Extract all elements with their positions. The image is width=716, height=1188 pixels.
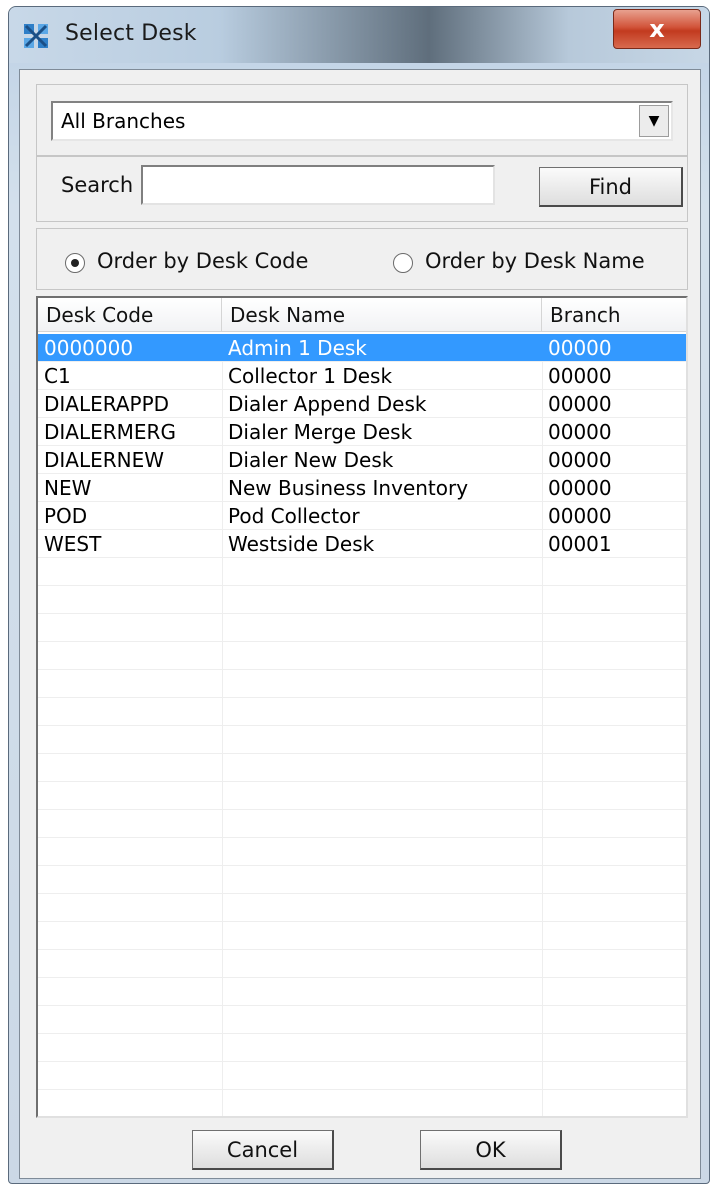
table-row[interactable] (38, 1062, 686, 1090)
desk-name-cell: Dialer New Desk (228, 448, 394, 472)
table-row[interactable] (38, 838, 686, 866)
table-row[interactable] (38, 950, 686, 978)
column-header-desk-name[interactable]: Desk Name (222, 298, 542, 332)
desk-name-cell: Westside Desk (228, 532, 375, 556)
table-row[interactable] (38, 614, 686, 642)
table-row[interactable] (38, 754, 686, 782)
table-row[interactable]: WEST Westside Desk 00001 (38, 530, 686, 558)
branch-cell: 00000 (548, 392, 612, 416)
desk-code-cell: C1 (44, 364, 71, 388)
table-row[interactable] (38, 1034, 686, 1062)
desk-code-cell: DIALERMERG (44, 420, 176, 444)
table-row[interactable]: DIALERAPPD Dialer Append Desk 00000 (38, 390, 686, 418)
desk-name-cell: Collector 1 Desk (228, 364, 393, 388)
close-button[interactable]: x (613, 9, 701, 49)
table-row[interactable] (38, 698, 686, 726)
title-bar[interactable]: Select Desk x (9, 7, 709, 63)
table-row[interactable] (38, 782, 686, 810)
branch-cell: 00001 (548, 532, 612, 556)
branch-cell: 00000 (548, 504, 612, 528)
branch-cell: 00000 (548, 448, 612, 472)
table-row[interactable] (38, 866, 686, 894)
order-by-code-label[interactable]: Order by Desk Code (97, 249, 308, 273)
find-button[interactable]: Find (539, 167, 683, 207)
desk-name-cell: Pod Collector (228, 504, 360, 528)
branch-select[interactable]: All Branches ▼ (51, 101, 673, 141)
search-group: Search Find (36, 156, 688, 222)
close-icon: x (649, 15, 665, 43)
search-label: Search (61, 173, 134, 197)
dropdown-arrow-icon[interactable]: ▼ (639, 105, 669, 137)
desk-code-cell: DIALERNEW (44, 448, 165, 472)
table-row[interactable]: DIALERMERG Dialer Merge Desk 00000 (38, 418, 686, 446)
column-header-branch[interactable]: Branch (542, 298, 686, 332)
branch-cell: 00000 (548, 336, 612, 360)
table-row[interactable]: NEW New Business Inventory 00000 (38, 474, 686, 502)
desk-code-cell: WEST (44, 532, 102, 556)
table-row[interactable] (38, 1006, 686, 1034)
table-row[interactable] (38, 1090, 686, 1116)
order-by-name-radio[interactable] (393, 253, 413, 273)
table-row[interactable] (38, 586, 686, 614)
list-rows: 0000000 Admin 1 Desk 00000 C1 Collector 1 De… (38, 334, 686, 1116)
table-row[interactable]: 0000000 Admin 1 Desk 00000 (38, 334, 686, 362)
table-row[interactable] (38, 810, 686, 838)
order-by-name-label[interactable]: Order by Desk Name (425, 249, 645, 273)
desk-name-cell: Dialer Append Desk (228, 392, 427, 416)
select-desk-dialog: Select Desk x All Branches ▼ Search Find… (8, 6, 710, 1184)
branch-cell: 00000 (548, 476, 612, 500)
branch-cell: 00000 (548, 364, 612, 388)
table-row[interactable] (38, 922, 686, 950)
desk-code-cell: DIALERAPPD (44, 392, 170, 416)
branch-cell: 00000 (548, 420, 612, 444)
desk-code-cell: NEW (44, 476, 92, 500)
desk-name-cell: New Business Inventory (228, 476, 469, 500)
table-row[interactable]: C1 Collector 1 Desk 00000 (38, 362, 686, 390)
branch-group: All Branches ▼ (36, 84, 688, 156)
radio-selected-dot (71, 259, 79, 267)
desk-name-cell: Dialer Merge Desk (228, 420, 413, 444)
table-row[interactable] (38, 670, 686, 698)
search-input[interactable] (141, 165, 495, 205)
list-header: Desk Code Desk Name Branch (38, 298, 686, 332)
desk-list[interactable]: Desk Code Desk Name Branch 0000000 Admin … (36, 296, 688, 1118)
table-row[interactable]: DIALERNEW Dialer New Desk 00000 (38, 446, 686, 474)
table-row[interactable] (38, 894, 686, 922)
desk-name-cell: Admin 1 Desk (228, 336, 367, 360)
cancel-button[interactable]: Cancel (192, 1130, 334, 1170)
branch-select-value: All Branches (61, 109, 186, 133)
desk-code-cell: 0000000 (44, 336, 134, 360)
ok-button[interactable]: OK (420, 1130, 562, 1170)
table-row[interactable] (38, 558, 686, 586)
column-header-desk-code[interactable]: Desk Code (38, 298, 222, 332)
order-by-code-radio[interactable] (65, 253, 85, 273)
window-title: Select Desk (65, 21, 197, 46)
table-row[interactable] (38, 726, 686, 754)
dialog-client-area: All Branches ▼ Search Find Order by Desk… (19, 69, 701, 1179)
table-row[interactable] (38, 642, 686, 670)
table-row[interactable] (38, 978, 686, 1006)
app-icon (24, 24, 48, 48)
order-group: Order by Desk Code Order by Desk Name (36, 228, 688, 290)
table-row[interactable]: POD Pod Collector 00000 (38, 502, 686, 530)
desk-code-cell: POD (44, 504, 88, 528)
